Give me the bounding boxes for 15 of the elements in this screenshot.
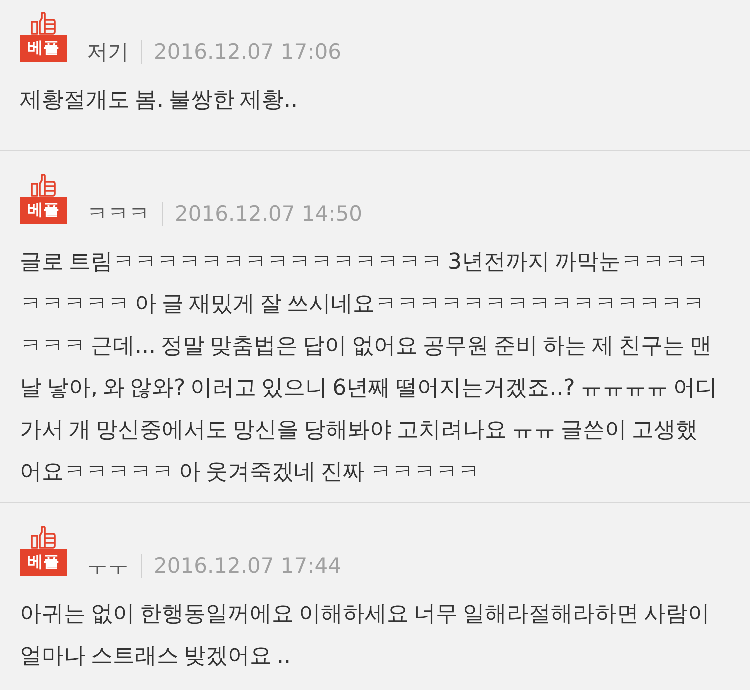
comment-date: 2016.12.07 17:06: [154, 39, 342, 66]
comment-date: 2016.12.07 14:50: [175, 201, 362, 228]
author-name: ㅋㅋㅋ: [87, 201, 150, 228]
author-name: 저기: [87, 39, 129, 66]
comment-date: 2016.12.07 17:44: [154, 553, 342, 580]
best-reply-badge: 베플: [20, 35, 67, 62]
best-reply-badge: 베플: [20, 549, 67, 576]
thumbs-up-icon: [31, 526, 56, 549]
comment-text: 제황절개도 봄. 불쌍한 제황..: [20, 87, 299, 115]
thumbs-up-icon: [31, 12, 56, 35]
best-reply-badge: 베플: [20, 197, 67, 224]
thumbs-up-icon: [31, 174, 56, 197]
comment-text: 아귀는 없이 한행동일꺼에요 이해하세요 너무 일해라절해라하면 사람이 얼마나 스트래스 밪겠어요 ..: [20, 601, 711, 671]
comment-text: 글로 트림ㅋㅋㅋㅋㅋㅋㅋㅋㅋㅋㅋㅋㅋㅋㅋ 3년전까지 까막눈ㅋㅋㅋㅋ ㅋㅋㅋㅋㅋ 아 글 재밌게 잘 쓰시네요ㅋㅋㅋㅋㅋㅋㅋㅋㅋㅋㅋㅋㅋㅋㅋ ㅋㅋㅋ 근데... 정말 맞춤법은 답이 없어요 공무원 준비 하는 제 친구는 맨 날 낳아, 와 않와? 이러고 있으니 6년째 떨어지는거겠죠..? ㅠㅠㅠㅠ 어디 가서 개 망신중에서도 망신을 당해봐야 고치려나요 ㅠㅠ 글쓴이 고생했 어요ㅋㅋㅋㅋㅋ 아 웃겨죽겠네 진짜 ㅋㅋㅋㅋㅋ: [20, 249, 718, 487]
author-name: ㅜㅜ: [87, 553, 129, 580]
